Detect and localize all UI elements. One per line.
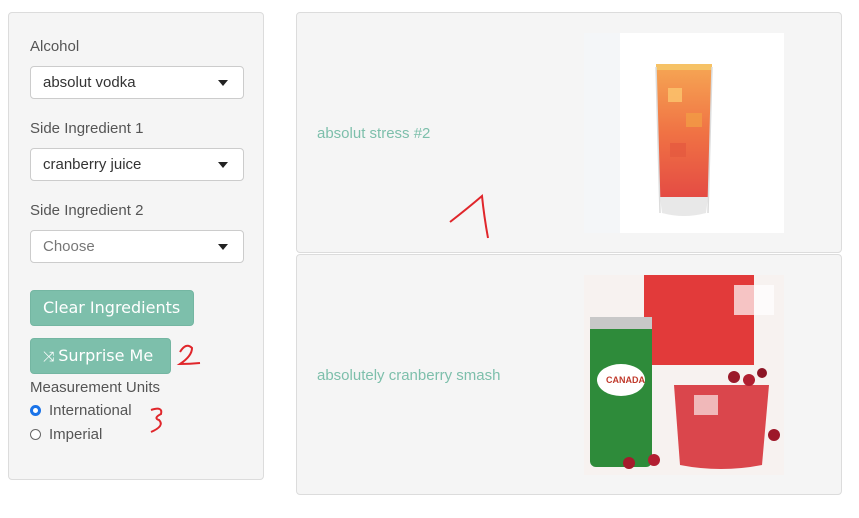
drink-image: CANADA — [584, 275, 784, 475]
svg-text:CANADA: CANADA — [606, 375, 645, 385]
side-ingredient-1-label: Side Ingredient 1 — [30, 120, 144, 137]
side-ingredient-2-select[interactable]: Choose — [30, 230, 244, 263]
radio-international-label: International — [49, 402, 132, 419]
annotation-mark-2 — [176, 344, 201, 366]
radio-button-checked[interactable] — [30, 405, 41, 416]
result-card[interactable]: absolutely cranberry smash CANADA — [296, 254, 842, 495]
caret-down-icon — [218, 244, 228, 250]
radio-imperial-label: Imperial — [49, 426, 103, 443]
ingredient-sidebar: Alcohol absolut vodka Side Ingredient 1 … — [8, 12, 264, 480]
drink-title-link[interactable]: absolutely cranberry smash — [317, 367, 500, 384]
alcohol-label: Alcohol — [30, 38, 80, 55]
result-card[interactable]: absolut stress #2 — [296, 12, 842, 253]
radio-imperial[interactable]: Imperial — [30, 426, 102, 443]
side-ingredient-1-value: cranberry juice — [43, 156, 142, 173]
side-ingredient-1-select[interactable]: cranberry juice — [30, 148, 244, 181]
caret-down-icon — [218, 80, 228, 86]
drink-title-link[interactable]: absolut stress #2 — [317, 125, 430, 142]
annotation-mark-3 — [150, 407, 163, 433]
alcohol-select-value: absolut vodka — [43, 74, 136, 91]
radio-international[interactable]: International — [30, 402, 132, 419]
clear-ingredients-label: Clear Ingredients — [43, 298, 181, 317]
clear-ingredients-button[interactable]: Clear Ingredients — [30, 290, 194, 326]
side-ingredient-2-placeholder: Choose — [43, 238, 95, 255]
alcohol-select[interactable]: absolut vodka — [30, 66, 244, 99]
drink-image — [584, 33, 784, 233]
radio-button[interactable] — [30, 429, 41, 440]
side-ingredient-2-label: Side Ingredient 2 — [30, 202, 144, 219]
caret-down-icon — [218, 162, 228, 168]
measurement-units-label: Measurement Units — [30, 379, 161, 396]
surprise-me-button[interactable]: ⤨ Surprise Me — [30, 338, 171, 374]
annotation-mark-1 — [449, 193, 489, 239]
surprise-me-label: Surprise Me — [58, 346, 154, 365]
shuffle-icon: ⤨ — [43, 349, 55, 365]
